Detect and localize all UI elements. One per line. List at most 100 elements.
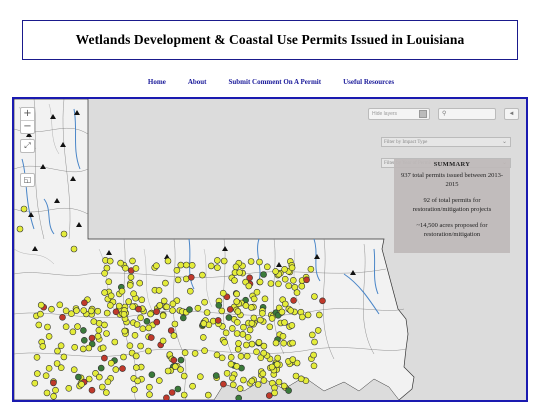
permit-marker[interactable] [180, 314, 187, 322]
permit-marker[interactable] [310, 362, 318, 370]
permit-marker[interactable] [115, 302, 123, 310]
permit-marker[interactable] [233, 362, 240, 370]
permit-marker[interactable] [268, 363, 276, 371]
permit-marker[interactable] [240, 323, 247, 331]
permit-marker[interactable] [266, 323, 274, 331]
permit-marker[interactable] [71, 344, 79, 351]
permit-marker[interactable] [308, 331, 316, 339]
permit-marker[interactable] [261, 295, 269, 303]
permit-marker[interactable] [164, 367, 172, 375]
permit-marker[interactable] [74, 323, 81, 330]
permit-marker[interactable] [97, 364, 105, 372]
permit-marker[interactable] [126, 342, 134, 349]
permit-marker[interactable] [75, 373, 82, 381]
permit-marker[interactable] [103, 309, 111, 317]
permit-marker[interactable] [281, 275, 289, 283]
permit-marker[interactable] [250, 295, 258, 303]
permit-marker[interactable] [177, 366, 184, 373]
permit-marker[interactable] [131, 386, 138, 393]
permit-marker[interactable] [145, 324, 152, 332]
permit-marker[interactable] [139, 325, 147, 332]
permit-marker[interactable] [107, 302, 114, 309]
permit-marker[interactable] [248, 320, 256, 327]
permit-marker[interactable] [259, 370, 267, 378]
permit-marker[interactable] [207, 262, 215, 270]
permit-marker[interactable] [253, 288, 261, 296]
permit-marker[interactable] [95, 326, 103, 334]
permit-marker[interactable] [232, 263, 240, 271]
permit-marker[interactable] [164, 257, 172, 265]
permit-marker[interactable] [96, 373, 103, 381]
permit-marker[interactable] [256, 278, 264, 286]
permit-marker[interactable] [106, 257, 114, 265]
permit-marker[interactable] [80, 307, 87, 314]
permit-marker[interactable] [112, 308, 120, 316]
permit-marker[interactable] [99, 383, 106, 391]
permit-marker[interactable] [31, 379, 39, 387]
permit-marker[interactable] [62, 323, 70, 330]
permit-marker[interactable] [70, 366, 78, 374]
permit-marker[interactable] [125, 298, 132, 305]
permit-marker[interactable] [244, 334, 252, 341]
permit-marker[interactable] [281, 300, 289, 308]
permit-marker[interactable] [101, 321, 108, 329]
permit-marker[interactable] [222, 329, 230, 337]
permit-marker[interactable] [101, 270, 108, 277]
permit-marker[interactable] [303, 276, 310, 284]
permit-marker[interactable] [259, 310, 266, 317]
permit-marker[interactable] [199, 271, 206, 279]
permit-marker[interactable] [280, 339, 288, 347]
permit-marker[interactable] [234, 308, 242, 315]
permit-marker[interactable] [233, 290, 240, 298]
permit-marker[interactable] [94, 307, 102, 315]
impact-type-filter[interactable]: Filter by Impact Type ⌄ [381, 137, 511, 147]
permit-marker[interactable] [103, 330, 110, 337]
permit-marker[interactable] [78, 380, 85, 388]
permit-marker[interactable] [285, 282, 293, 290]
permit-marker[interactable] [189, 382, 196, 390]
permit-marker[interactable] [292, 372, 300, 380]
permit-marker[interactable] [119, 365, 126, 372]
permit-marker[interactable] [122, 264, 129, 272]
permit-marker[interactable] [143, 318, 151, 325]
permit-marker[interactable] [281, 319, 288, 326]
permit-marker[interactable] [169, 300, 177, 308]
permit-marker[interactable] [90, 318, 98, 325]
permit-marker[interactable] [201, 298, 208, 306]
permit-marker[interactable] [43, 389, 51, 397]
permit-marker[interactable] [236, 269, 243, 276]
permit-marker[interactable] [131, 332, 139, 339]
permit-marker[interactable] [290, 297, 297, 304]
permit-marker[interactable] [280, 382, 288, 390]
permit-marker[interactable] [227, 360, 235, 368]
permit-marker[interactable] [260, 377, 268, 384]
permit-marker[interactable] [45, 333, 53, 340]
permit-marker[interactable] [235, 340, 242, 347]
permit-marker[interactable] [60, 353, 68, 361]
permit-marker[interactable] [94, 332, 102, 340]
permit-marker[interactable] [205, 391, 212, 399]
nav-useful-resources[interactable]: Useful Resources [343, 78, 394, 86]
nav-submit-comment[interactable]: Submit Comment On A Permit [229, 78, 322, 86]
permit-marker[interactable] [287, 307, 295, 314]
permit-marker[interactable] [293, 289, 301, 296]
permit-marker[interactable] [42, 372, 50, 380]
permit-marker[interactable] [112, 366, 120, 373]
permit-marker[interactable] [16, 225, 24, 233]
permit-marker[interactable] [129, 303, 136, 310]
hide-layers-toggle[interactable]: Hide layers [368, 108, 430, 120]
permit-marker[interactable] [188, 274, 195, 281]
permit-marker[interactable] [257, 316, 264, 324]
permit-marker[interactable] [307, 265, 315, 273]
permit-marker[interactable] [200, 334, 207, 341]
permit-marker[interactable] [126, 282, 134, 289]
permit-marker[interactable] [272, 268, 279, 275]
permit-marker[interactable] [177, 261, 185, 269]
permit-marker[interactable] [20, 205, 28, 213]
permit-marker[interactable] [234, 345, 242, 353]
permit-marker[interactable] [53, 360, 61, 367]
permit-marker[interactable] [145, 347, 152, 355]
permit-marker[interactable] [103, 389, 110, 396]
permit-marker[interactable] [248, 377, 256, 385]
permit-marker[interactable] [65, 384, 73, 392]
